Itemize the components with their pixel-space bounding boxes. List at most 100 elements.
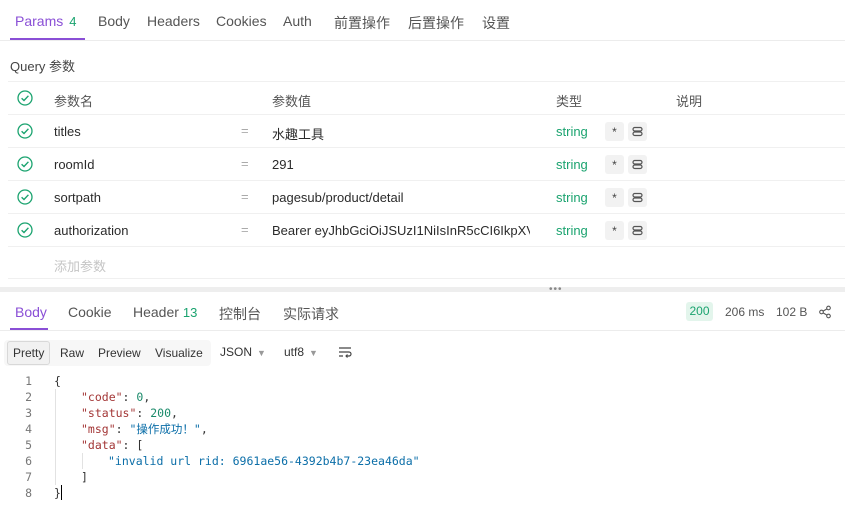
tab-body[interactable]: Body: [98, 13, 130, 29]
json-key: "status": [81, 406, 137, 420]
json-key: "data": [81, 438, 123, 452]
line-number: 1: [25, 374, 32, 388]
view-raw-button[interactable]: Raw: [60, 341, 84, 365]
param-value[interactable]: 水趣工具: [272, 124, 530, 143]
code-text: "data": [: [81, 438, 144, 452]
param-value[interactable]: Bearer eyJhbGciOiJSUzI1NiIsInR5cCI6IkpXV…: [272, 223, 530, 238]
line-number: 8: [25, 486, 32, 500]
line-number: 6: [25, 454, 32, 468]
tab-settings[interactable]: 设置: [482, 13, 510, 33]
checkbox-icon[interactable]: [17, 123, 33, 139]
param-row: roomId = 291 string *: [8, 147, 845, 180]
param-key[interactable]: authorization: [54, 223, 128, 238]
encoding-select[interactable]: utf8 ▼: [284, 345, 318, 359]
code-line: 3 "status": 200,: [0, 405, 845, 421]
add-param-row[interactable]: 添加参数: [8, 246, 845, 279]
line-number: 4: [25, 422, 32, 436]
code-line: 6 "invalid url rid: 6961ae56-4392b4b7-23e…: [0, 453, 845, 469]
view-visualize-button[interactable]: Visualize: [155, 341, 203, 365]
tab-response-header[interactable]: Header 13: [133, 304, 197, 320]
line-number: 5: [25, 438, 32, 452]
tab-console[interactable]: 控制台: [219, 304, 261, 324]
code-text: {: [54, 374, 61, 388]
tab-post-operations[interactable]: 后置操作: [408, 13, 464, 33]
param-key[interactable]: titles: [54, 124, 81, 139]
equals-sign: =: [241, 123, 249, 138]
view-pretty-button[interactable]: Pretty: [7, 341, 51, 365]
encode-toggle[interactable]: [628, 221, 647, 240]
param-value[interactable]: 291: [272, 157, 530, 172]
param-type[interactable]: string: [556, 157, 588, 172]
active-tab-indicator: [10, 38, 85, 40]
drag-handle-icon[interactable]: •••: [549, 285, 563, 295]
share-icon[interactable]: [818, 305, 832, 319]
link-icon: [632, 159, 643, 170]
params-table-header: 参数名 参数值 类型 说明: [8, 81, 845, 114]
status-badge: 200: [686, 302, 713, 321]
code-line: 1{: [0, 373, 845, 389]
param-type[interactable]: string: [556, 190, 588, 205]
view-preview-button[interactable]: Preview: [98, 341, 141, 365]
tab-actual-request[interactable]: 实际请求: [283, 304, 339, 324]
tab-headers[interactable]: Headers: [147, 13, 200, 29]
encoding-select-value: utf8: [284, 345, 305, 359]
equals-sign: =: [241, 222, 249, 237]
checkbox-icon[interactable]: [17, 189, 33, 205]
checkbox-icon[interactable]: [17, 156, 33, 172]
request-tabs: Params 4 Body Headers Cookies Auth 前置操作 后…: [0, 0, 845, 41]
required-toggle[interactable]: *: [605, 122, 624, 141]
checkbox-icon[interactable]: [17, 222, 33, 238]
json-bracket: [: [136, 438, 144, 452]
line-number: 3: [25, 406, 32, 420]
link-icon: [632, 126, 643, 137]
param-value[interactable]: pagesub/product/detail: [272, 190, 530, 205]
required-toggle[interactable]: *: [605, 155, 624, 174]
code-text: ]: [81, 470, 88, 484]
format-select[interactable]: JSON ▼: [220, 345, 266, 359]
tab-response-body[interactable]: Body: [15, 304, 47, 320]
tab-pre-operations[interactable]: 前置操作: [334, 13, 390, 33]
text-cursor: [61, 485, 62, 500]
encode-toggle[interactable]: [628, 188, 647, 207]
indent-guide: [82, 453, 83, 469]
code-line: 8}: [0, 485, 845, 501]
word-wrap-icon[interactable]: [338, 346, 352, 358]
code-line: 4 "msg": "操作成功！",: [0, 421, 845, 437]
json-number: 200: [150, 406, 172, 420]
json-string: "invalid url rid: 6961ae56-4392b4b7-23ea…: [108, 454, 420, 468]
json-key: "code": [81, 390, 123, 404]
param-type[interactable]: string: [556, 223, 588, 238]
equals-sign: =: [241, 156, 249, 171]
param-type[interactable]: string: [556, 124, 588, 139]
select-all-checkbox-icon[interactable]: [17, 90, 33, 106]
chevron-down-icon: ▼: [309, 348, 318, 358]
param-key[interactable]: sortpath: [54, 190, 101, 205]
link-icon: [632, 192, 643, 203]
response-time: 206 ms: [725, 305, 765, 319]
tab-cookies[interactable]: Cookies: [216, 13, 267, 29]
json-key: "msg": [81, 422, 116, 436]
format-select-value: JSON: [220, 345, 253, 359]
code-text: }: [54, 486, 61, 500]
tab-response-cookie[interactable]: Cookie: [68, 304, 112, 320]
json-string: "操作成功！": [129, 422, 201, 436]
column-header-name: 参数名: [54, 94, 94, 109]
query-params-title: Query 参数: [10, 59, 76, 74]
param-key[interactable]: roomId: [54, 157, 94, 172]
encode-toggle[interactable]: [628, 122, 647, 141]
column-header-desc: 说明: [676, 94, 703, 109]
panel-splitter[interactable]: [0, 287, 845, 292]
code-line: 7]: [0, 469, 845, 485]
add-param-placeholder[interactable]: 添加参数: [54, 256, 106, 275]
encode-toggle[interactable]: [628, 155, 647, 174]
required-toggle[interactable]: *: [605, 221, 624, 240]
param-row: sortpath = pagesub/product/detail string…: [8, 180, 845, 213]
code-text: "msg": "操作成功！",: [81, 422, 208, 436]
required-toggle[interactable]: *: [605, 188, 624, 207]
code-line: 5 "data": [: [0, 437, 845, 453]
tab-auth[interactable]: Auth: [283, 13, 312, 29]
response-size: 102 B: [776, 305, 808, 319]
tab-params[interactable]: Params 4: [15, 13, 76, 29]
code-line: 2 "code": 0,: [0, 389, 845, 405]
response-body-code[interactable]: 1{ 2 "code": 0, 3 "status": 200, 4 "msg": "…: [0, 373, 845, 501]
